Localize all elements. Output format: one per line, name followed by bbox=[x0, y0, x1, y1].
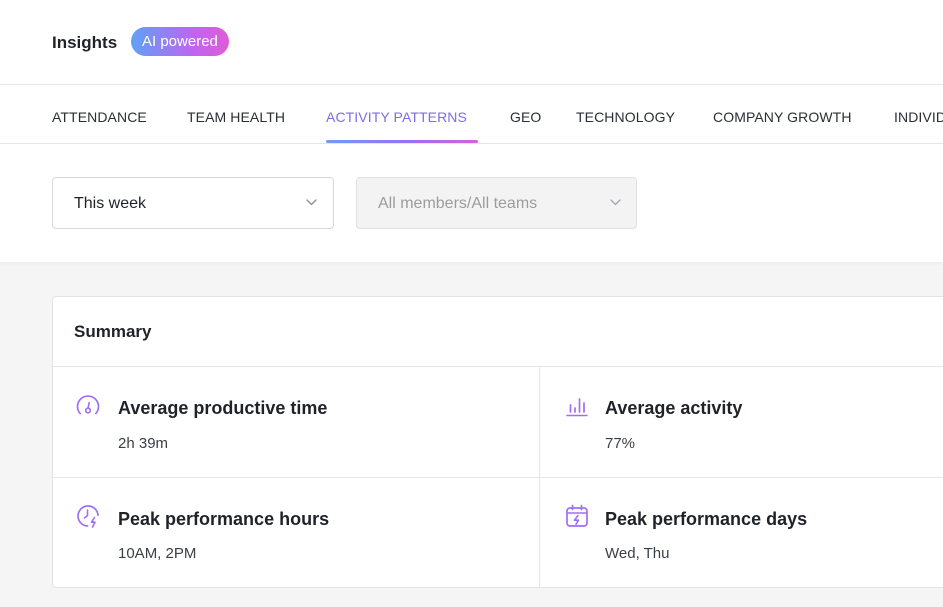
metric-label: Peak performance hours bbox=[118, 509, 330, 529]
summary-card-header: Summary bbox=[53, 297, 943, 367]
summary-title: Summary bbox=[74, 322, 152, 341]
clock-bolt-icon bbox=[77, 505, 99, 528]
tab-technology[interactable]: TECHNOLOGY bbox=[576, 109, 675, 125]
summary-card: Summary Average productive time 2h 39m A… bbox=[52, 296, 943, 588]
members-select-value: All members/All teams bbox=[378, 195, 538, 212]
metric-value: 2h 39m bbox=[118, 435, 169, 452]
gauge-icon bbox=[76, 395, 100, 415]
tab-attendance[interactable]: ATTENDANCE bbox=[52, 109, 147, 125]
tab-geo[interactable]: GEO bbox=[510, 109, 541, 125]
metric-value: 77% bbox=[605, 435, 636, 452]
tab-individual[interactable]: INDIVIDUAL bbox=[894, 109, 943, 125]
metric-label: Average activity bbox=[605, 398, 743, 418]
page-title: Insights bbox=[52, 33, 118, 52]
metric-value: Wed, Thu bbox=[605, 545, 670, 562]
metric-label: Peak performance days bbox=[605, 509, 808, 529]
tab-activity-patterns[interactable]: ACTIVITY PATTERNS bbox=[326, 109, 467, 125]
chevron-down-icon bbox=[610, 199, 621, 206]
row-divider bbox=[53, 477, 943, 478]
insights-tabs: ATTENDANCE TEAM HEALTH ACTIVITY PATTERNS… bbox=[0, 85, 943, 144]
bar-chart-icon bbox=[566, 398, 588, 417]
ai-powered-badge: AI powered bbox=[131, 27, 229, 56]
chevron-down-icon bbox=[306, 199, 317, 206]
metric-value: 10AM, 2PM bbox=[118, 545, 197, 562]
tab-company-growth[interactable]: COMPANY GROWTH bbox=[713, 109, 852, 125]
active-tab-indicator bbox=[326, 140, 478, 143]
period-select[interactable]: This week bbox=[52, 177, 334, 229]
period-select-value: This week bbox=[74, 195, 147, 212]
members-select[interactable]: All members/All teams bbox=[356, 177, 637, 229]
calendar-bolt-icon bbox=[566, 504, 588, 527]
metric-label: Average productive time bbox=[118, 398, 328, 418]
tab-team-health[interactable]: TEAM HEALTH bbox=[187, 109, 285, 125]
filters-bar: This week All members/All teams bbox=[0, 144, 943, 262]
top-bar: Insights AI powered bbox=[0, 0, 943, 85]
